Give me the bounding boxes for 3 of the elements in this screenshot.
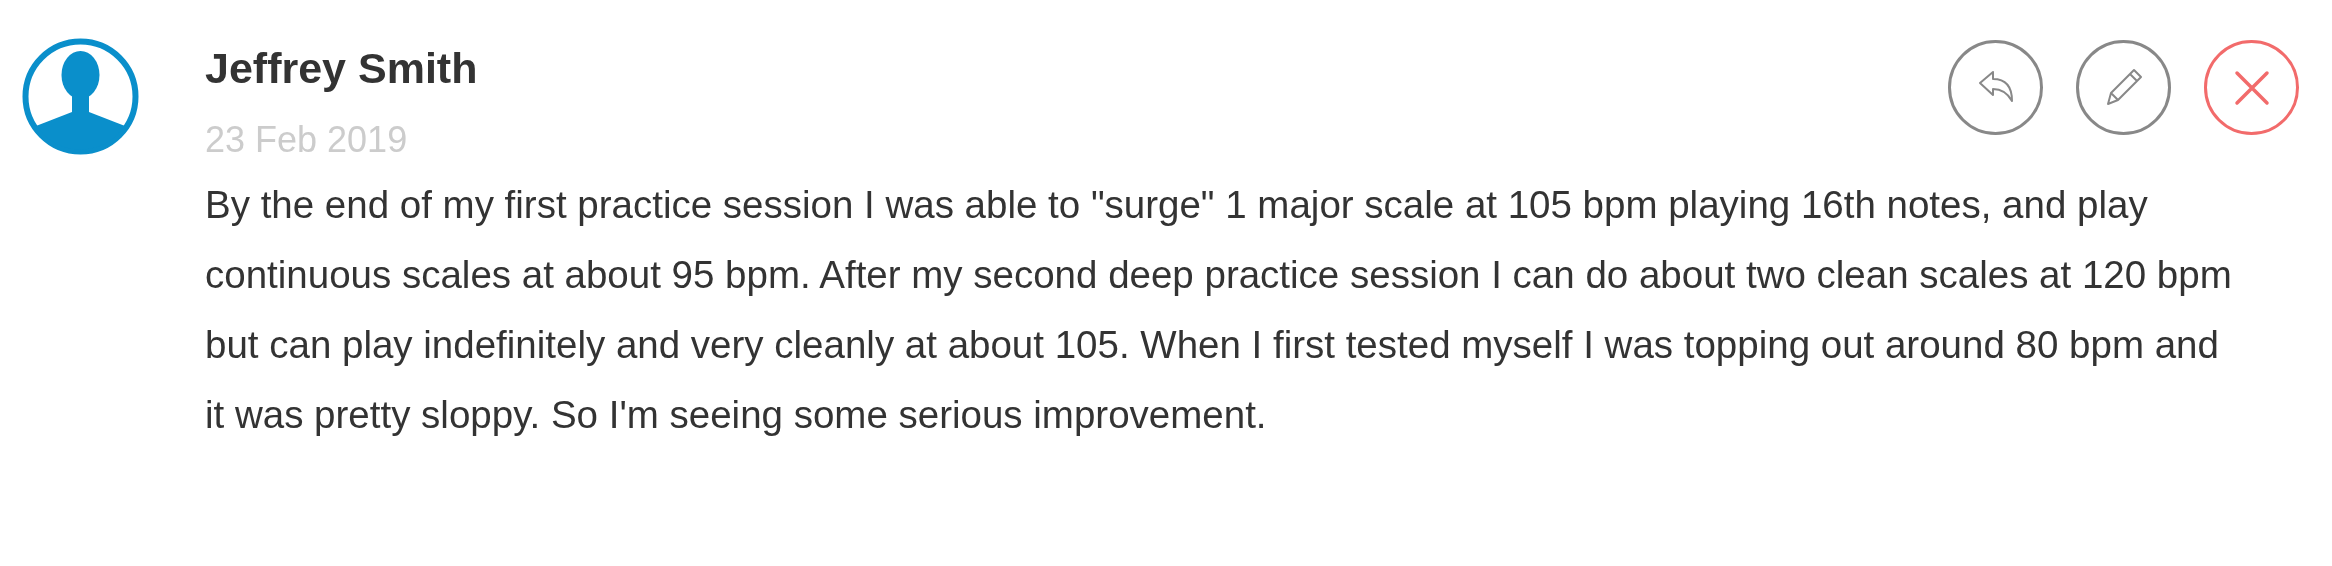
comment-text: By the end of my first practice session I was able to "surge" 1 major scale at 105 bpm playing 16th notes, and play continuous scales at about 95 bpm. After my second deep practice session I can do about two clean scales at 120 bpm but can play indefinitely and very cleanly at about 105. When I first tested myself I was topping out around 80 bpm and it was pretty sloppy. So I'm seeing some serious improvement.: [205, 182, 2233, 438]
avatar-icon: [22, 38, 139, 155]
author-name: Jeffrey Smith: [205, 43, 478, 94]
